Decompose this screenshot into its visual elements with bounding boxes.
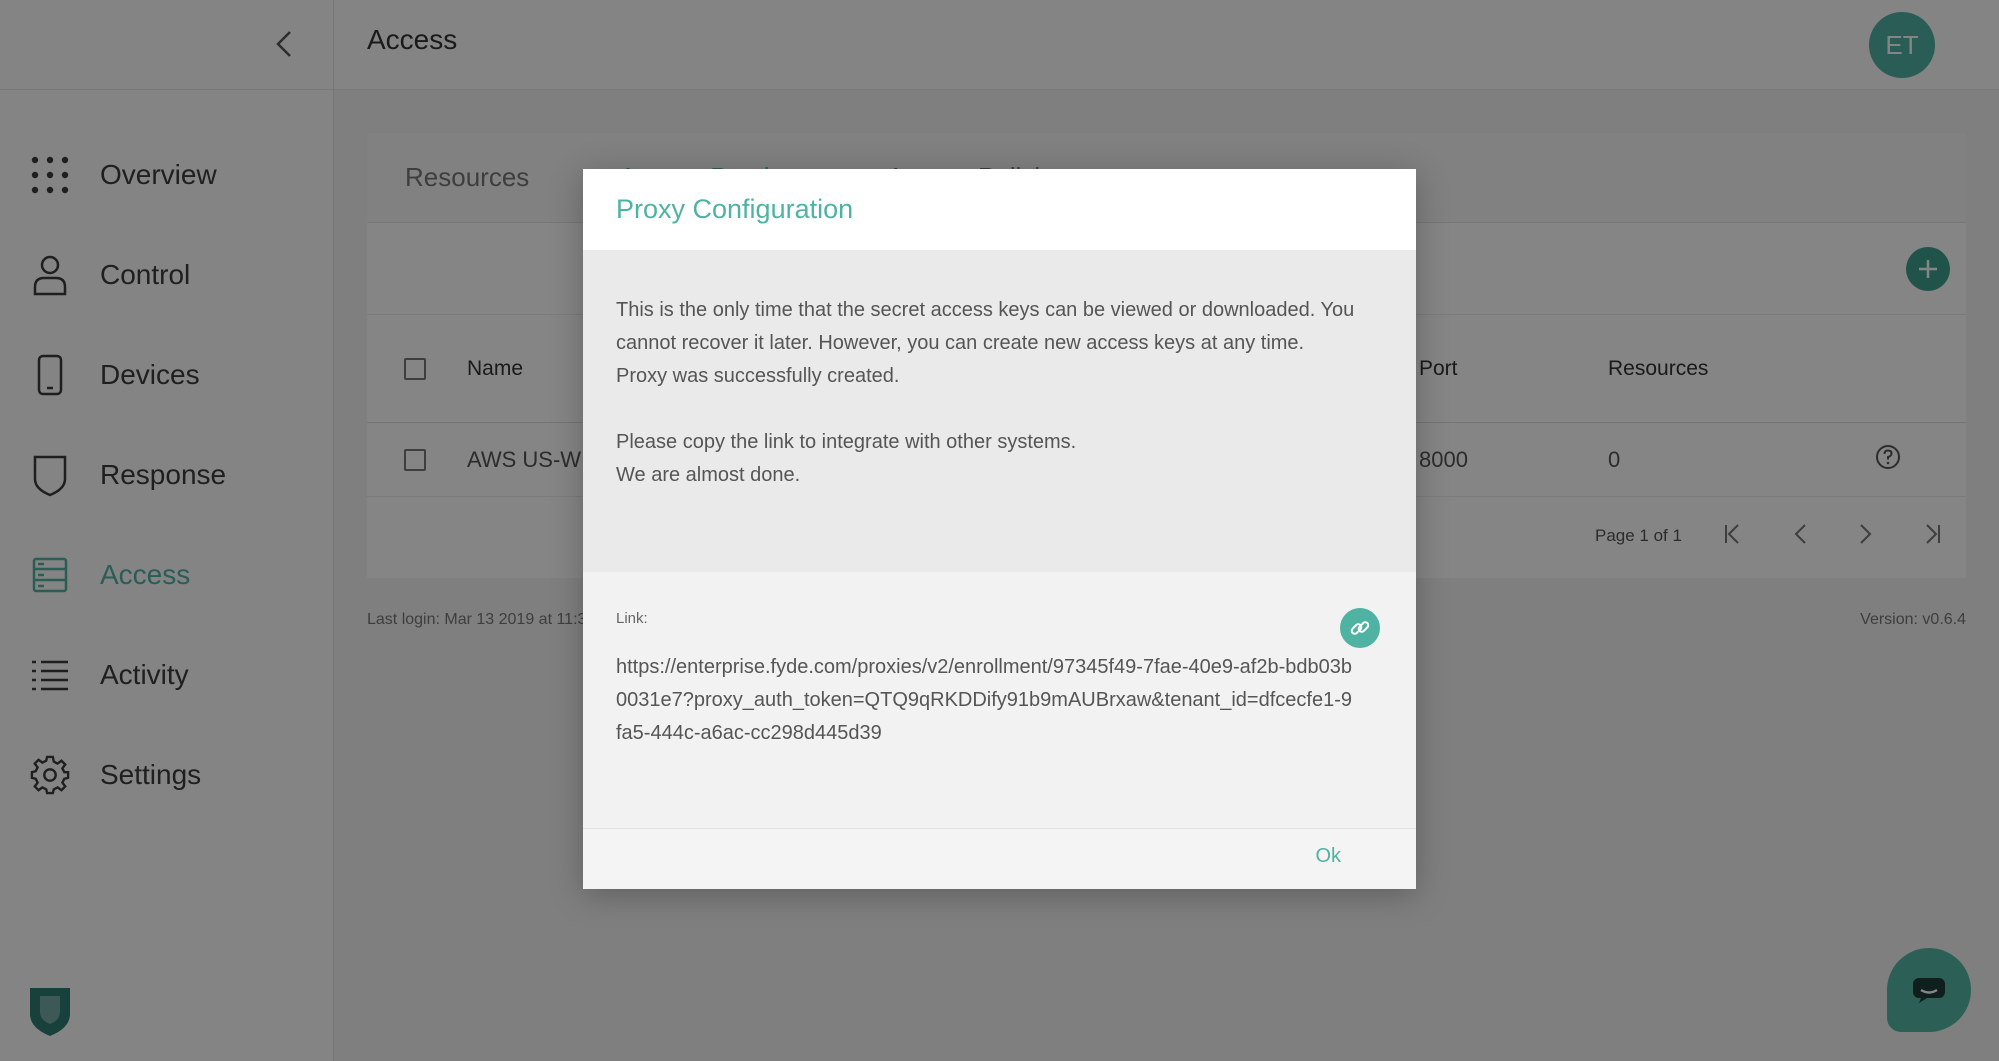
dialog-header: Proxy Configuration — [583, 169, 1416, 250]
link-section: Link: https://enterprise.fyde.com/proxie… — [583, 572, 1416, 829]
success-message: Proxy was successfully created. — [616, 365, 900, 387]
dialog-footer: Ok — [583, 829, 1416, 889]
ok-button[interactable]: Ok — [1315, 845, 1341, 868]
copy-link-button[interactable] — [1340, 608, 1380, 648]
almost-done-message: We are almost done. — [616, 464, 801, 486]
link-label: Link: — [616, 610, 648, 627]
dialog-message: This is the only time that the secret ac… — [583, 250, 1416, 572]
dialog-title: Proxy Configuration — [616, 194, 854, 224]
enrollment-link[interactable]: https://enterprise.fyde.com/proxies/v2/e… — [616, 651, 1356, 750]
link-icon — [1350, 621, 1370, 635]
proxy-configuration-dialog: Proxy Configuration This is the only tim… — [583, 169, 1416, 889]
copy-instruction: Please copy the link to integrate with o… — [616, 431, 1077, 453]
secret-keys-warning: This is the only time that the secret ac… — [616, 299, 1355, 354]
